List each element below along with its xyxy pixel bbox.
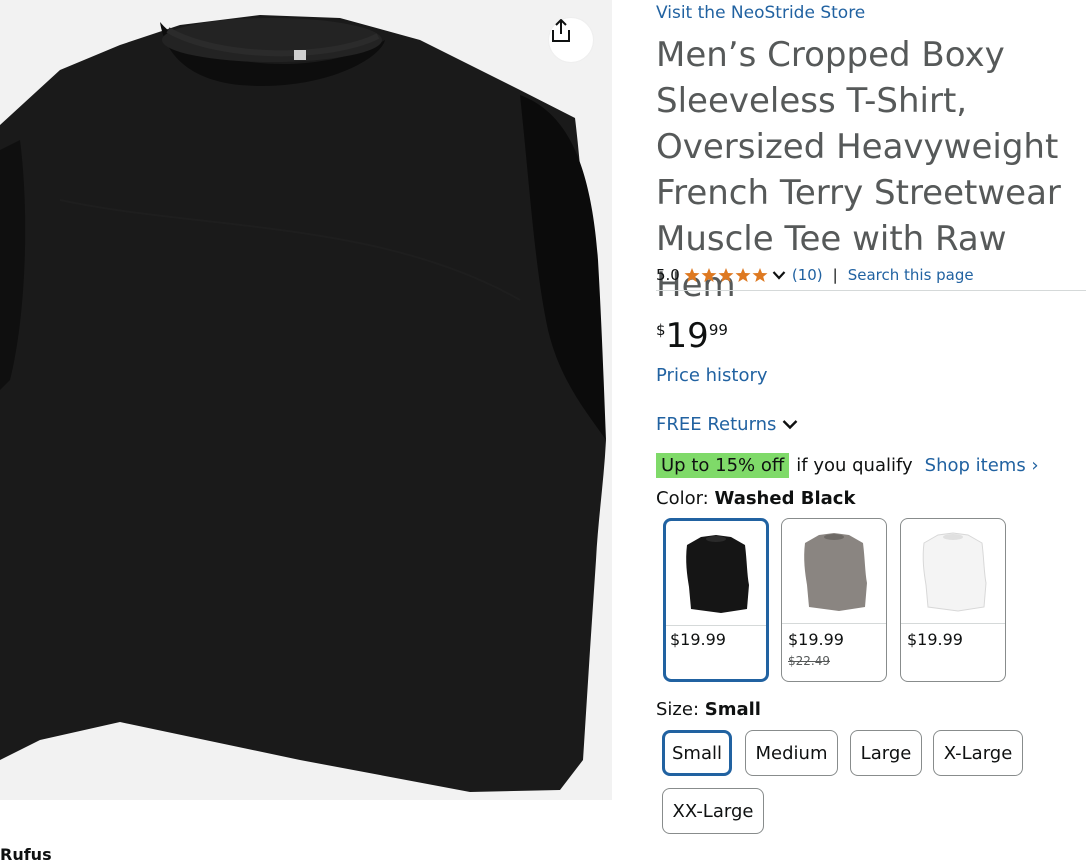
color-swatch-white[interactable]: $19.99 (900, 518, 1006, 682)
swatch-price: $19.99 (670, 630, 726, 649)
free-returns-link[interactable]: FREE Returns (656, 414, 798, 435)
promo-row: Up to 15% off if you qualify Shop items … (656, 451, 1039, 479)
store-link[interactable]: Visit the NeoStride Store (656, 3, 865, 23)
rufus-label: Rufus (0, 845, 52, 860)
price-symbol: $ (656, 321, 666, 339)
size-option-medium[interactable]: Medium (745, 730, 838, 776)
color-swatch-gray[interactable]: $19.99 $22.49 (781, 518, 887, 682)
rating-value: 5.0 (656, 266, 680, 284)
free-returns-label: FREE Returns (656, 414, 777, 435)
swatch-divider (901, 623, 1005, 624)
swatch-price: $19.99 (788, 630, 844, 649)
sleeveless-shirt-image (0, 0, 612, 800)
price-fraction: 99 (708, 321, 728, 339)
selected-color-name: Washed Black (714, 488, 856, 509)
share-icon (552, 19, 570, 42)
chevron-down-icon (783, 420, 798, 430)
divider (656, 290, 1086, 291)
star-icons (684, 268, 768, 282)
color-swatch-washed-black[interactable]: $19.99 (663, 518, 769, 682)
swatch-price: $19.99 (907, 630, 963, 649)
share-button[interactable] (549, 18, 593, 62)
swatch-thumbnail (782, 519, 886, 623)
star-rating[interactable] (684, 267, 770, 283)
promo-badge: Up to 15% off (656, 452, 790, 478)
sleeveless-shirt-thumbnail (686, 535, 749, 613)
sleeveless-shirt-thumbnail (804, 533, 867, 611)
product-main-image[interactable] (0, 0, 612, 800)
color-label-prefix: Color: (656, 488, 709, 509)
separator: | (832, 266, 838, 284)
rating-count-link[interactable]: (10) (792, 266, 823, 284)
price-history-link[interactable]: Price history (656, 365, 768, 386)
promo-text: if you qualify (796, 454, 913, 476)
shop-items-link[interactable]: Shop items › (925, 455, 1039, 476)
sleeveless-shirt-thumbnail (922, 532, 987, 612)
chevron-down-icon[interactable] (772, 270, 786, 280)
swatch-divider (782, 623, 886, 624)
size-option-large[interactable]: Large (850, 730, 922, 776)
size-option-x-large[interactable]: X-Large (933, 730, 1023, 776)
selected-size-name: Small (704, 699, 761, 720)
size-label: Size: Small (656, 699, 761, 720)
price: $ 19 99 (656, 317, 728, 355)
size-option-small[interactable]: Small (662, 730, 732, 776)
size-option-xx-large[interactable]: XX-Large (662, 788, 764, 834)
size-label-prefix: Size: (656, 699, 700, 720)
price-whole: 19 (665, 316, 709, 356)
swatch-thumbnail (666, 521, 766, 625)
swatch-divider (666, 625, 766, 626)
swatch-list-price: $22.49 (788, 654, 830, 668)
search-this-page-link[interactable]: Search this page (848, 266, 974, 284)
swatch-thumbnail (901, 519, 1005, 623)
rating-row: 5.0 (10) | Search this page (656, 264, 974, 286)
color-label: Color: Washed Black (656, 488, 855, 509)
